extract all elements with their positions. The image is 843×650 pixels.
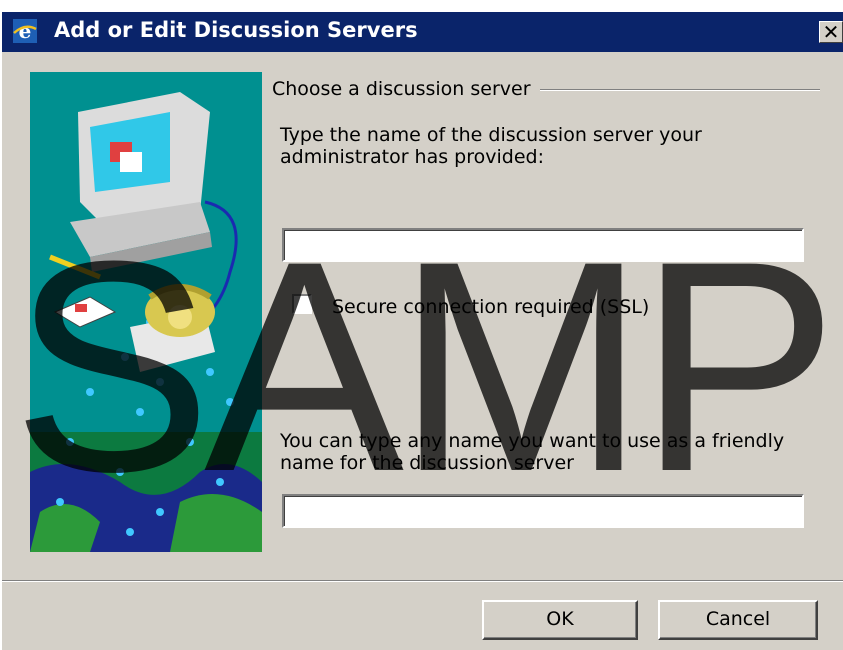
close-icon: ✕ <box>822 20 840 44</box>
ok-button[interactable]: OK <box>482 600 638 640</box>
friendly-name-input[interactable] <box>282 494 804 528</box>
cancel-button[interactable]: Cancel <box>658 600 818 640</box>
title-bar[interactable]: e Add or Edit Discussion Servers ✕ <box>2 12 843 52</box>
server-name-input[interactable] <box>282 228 804 262</box>
group-divider-highlight <box>540 90 820 91</box>
network-computer-phone-illustration <box>30 72 262 552</box>
svg-text:e: e <box>19 19 32 43</box>
group-title: Choose a discussion server <box>272 78 531 100</box>
close-button[interactable]: ✕ <box>819 21 843 43</box>
footer-divider-highlight <box>2 581 843 582</box>
friendly-name-prompt: You can type any name you want to use as… <box>280 430 784 474</box>
friendly-name-prompt-line-1: You can type any name you want to use as… <box>280 430 785 452</box>
dialog-window: e Add or Edit Discussion Servers ✕ Choos… <box>0 10 843 650</box>
window-title: Add or Edit Discussion Servers <box>54 18 418 42</box>
server-name-prompt-line-2: administrator has provided: <box>280 146 544 168</box>
ssl-label[interactable]: Secure connection required (SSL) <box>332 296 649 318</box>
server-name-prompt-line-1: Type the name of the discussion server y… <box>280 124 702 146</box>
server-name-prompt: Type the name of the discussion server y… <box>280 124 702 168</box>
ssl-checkbox[interactable] <box>292 294 312 314</box>
internet-explorer-icon: e <box>12 18 38 44</box>
friendly-name-prompt-line-2: name for the discussion server <box>280 452 574 474</box>
